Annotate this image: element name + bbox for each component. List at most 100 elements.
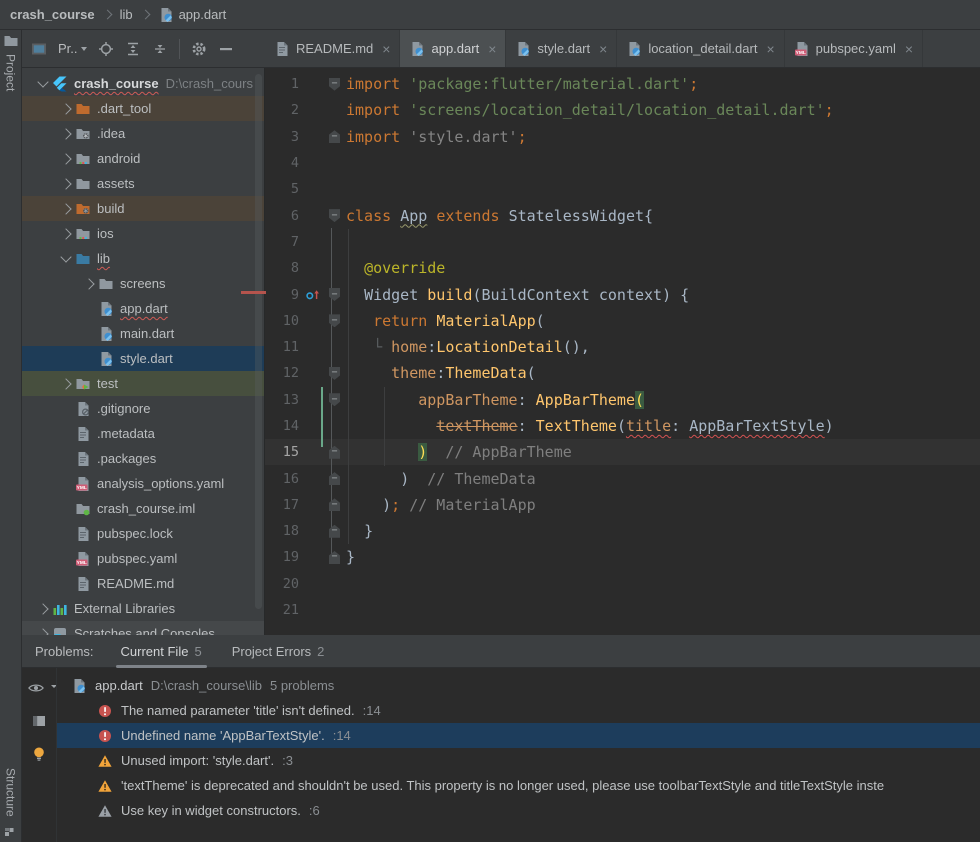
tab-app.dart[interactable]: app.dart× xyxy=(400,30,506,67)
code-line-2[interactable]: 2import 'screens/location_detail/locatio… xyxy=(265,97,980,123)
fold-up-icon[interactable]: − xyxy=(329,498,340,511)
fold-down-icon[interactable]: − xyxy=(329,367,340,380)
chevron-right-icon[interactable] xyxy=(56,205,75,213)
tree-item-pubspec.lock[interactable]: pubspec.lock xyxy=(22,521,264,546)
code-line-7[interactable]: 7 xyxy=(265,229,980,255)
breadcrumb-item-lib[interactable]: lib xyxy=(120,7,133,22)
locate-icon[interactable] xyxy=(98,41,114,57)
close-icon[interactable]: × xyxy=(599,41,607,57)
project-view-selector[interactable]: Pr.. xyxy=(58,41,87,56)
project-tool-tab[interactable]: Project xyxy=(0,33,21,91)
close-icon[interactable]: × xyxy=(766,41,774,57)
fold-down-icon[interactable]: − xyxy=(329,288,340,301)
tree-item-android[interactable]: android xyxy=(22,146,264,171)
problem-row[interactable]: The named parameter 'title' isn't define… xyxy=(57,698,980,723)
project-view-icon[interactable] xyxy=(31,41,47,57)
eye-icon[interactable] xyxy=(28,680,44,696)
bulb-icon[interactable] xyxy=(31,746,47,762)
tree-item-.gitignore[interactable]: .gitignore xyxy=(22,396,264,421)
fold-marker[interactable]: − xyxy=(323,314,346,327)
fold-up-icon[interactable]: − xyxy=(329,551,340,564)
chevron-down-icon[interactable] xyxy=(56,256,75,261)
fold-marker[interactable]: − xyxy=(323,288,346,301)
code-line-3[interactable]: 3−import 'style.dart'; xyxy=(265,124,980,150)
fold-down-icon[interactable]: − xyxy=(329,393,340,406)
chevron-right-icon[interactable] xyxy=(56,380,75,388)
code-line-16[interactable]: 16− ) // ThemeData xyxy=(265,465,980,491)
fold-marker[interactable]: − xyxy=(323,78,346,91)
project-tree-scrollbar[interactable] xyxy=(255,74,262,609)
layout-icon[interactable] xyxy=(31,713,47,729)
tree-item-crash_course.iml[interactable]: crash_course.iml xyxy=(22,496,264,521)
fold-marker[interactable]: − xyxy=(323,209,346,222)
code-line-9[interactable]: 9− Widget build(BuildContext context) { xyxy=(265,281,980,307)
fold-down-icon[interactable]: − xyxy=(329,209,340,222)
chevron-right-icon[interactable] xyxy=(56,105,75,113)
tree-item-lib[interactable]: lib xyxy=(22,246,264,271)
code-line-20[interactable]: 20 xyxy=(265,571,980,597)
fold-marker[interactable]: − xyxy=(323,551,346,564)
problem-row[interactable]: Use key in widget constructors.:6 xyxy=(57,798,980,823)
chevron-right-icon[interactable] xyxy=(33,605,52,613)
tab-README.md[interactable]: README.md× xyxy=(265,30,400,67)
breadcrumb-item-app.dart[interactable]: app.dart xyxy=(158,7,227,23)
fold-marker[interactable]: − xyxy=(323,367,346,380)
fold-marker[interactable]: − xyxy=(323,525,346,538)
code-line-15[interactable]: 15− ) // AppBarTheme xyxy=(265,439,980,465)
tree-item-app.dart[interactable]: app.dart xyxy=(22,296,264,321)
code-line-18[interactable]: 18− } xyxy=(265,518,980,544)
code-line-14[interactable]: 14 textTheme: TextTheme(title: AppBarTex… xyxy=(265,413,980,439)
problem-row[interactable]: 'textTheme' is deprecated and shouldn't … xyxy=(57,773,980,798)
problems-tab-Project Errors[interactable]: Project Errors2 xyxy=(229,635,328,668)
tree-item-assets[interactable]: assets xyxy=(22,171,264,196)
tab-pubspec.yaml[interactable]: YMLpubspec.yaml× xyxy=(785,30,923,67)
problem-row[interactable]: Unused import: 'style.dart'.:3 xyxy=(57,748,980,773)
code-line-1[interactable]: 1−import 'package:flutter/material.dart'… xyxy=(265,71,980,97)
code-line-6[interactable]: 6−class App extends StatelessWidget{ xyxy=(265,202,980,228)
code-line-11[interactable]: 11 └ home:LocationDetail(), xyxy=(265,334,980,360)
code-line-13[interactable]: 13− appBarTheme: AppBarTheme( xyxy=(265,387,980,413)
tree-item-ios[interactable]: ios xyxy=(22,221,264,246)
structure-tool-tab[interactable]: Structure xyxy=(0,768,21,838)
code-line-12[interactable]: 12− theme:ThemeData( xyxy=(265,360,980,386)
fold-marker[interactable]: − xyxy=(323,446,346,459)
expand-all-icon[interactable] xyxy=(125,41,141,57)
code-editor[interactable]: 1−import 'package:flutter/material.dart'… xyxy=(265,68,980,635)
tree-item-.dart_tool[interactable]: .dart_tool xyxy=(22,96,264,121)
code-line-4[interactable]: 4 xyxy=(265,150,980,176)
tree-item-.metadata[interactable]: .metadata xyxy=(22,421,264,446)
chevron-down-icon[interactable] xyxy=(33,81,52,86)
problems-file-row[interactable]: app.dartD:\crash_course\lib5 problems xyxy=(57,673,980,698)
tree-item-crash_course[interactable]: crash_courseD:\crash_cours xyxy=(22,71,264,96)
fold-marker[interactable]: − xyxy=(323,130,346,143)
fold-up-icon[interactable]: − xyxy=(329,525,340,538)
fold-marker[interactable]: − xyxy=(323,393,346,406)
code-line-10[interactable]: 10− return MaterialApp( xyxy=(265,308,980,334)
tree-item-build[interactable]: build xyxy=(22,196,264,221)
code-line-5[interactable]: 5 xyxy=(265,176,980,202)
tree-item-screens[interactable]: screens xyxy=(22,271,264,296)
tree-item-pubspec.yaml[interactable]: YMLpubspec.yaml xyxy=(22,546,264,571)
fold-marker[interactable]: − xyxy=(323,472,346,485)
tree-item-.idea[interactable]: .idea xyxy=(22,121,264,146)
chevron-right-icon[interactable] xyxy=(56,180,75,188)
close-icon[interactable]: × xyxy=(905,41,913,57)
tab-location_detail.dart[interactable]: location_detail.dart× xyxy=(617,30,784,67)
close-icon[interactable]: × xyxy=(488,41,496,57)
code-line-19[interactable]: 19−} xyxy=(265,544,980,570)
tree-item-test[interactable]: test xyxy=(22,371,264,396)
code-line-17[interactable]: 17− ); // MaterialApp xyxy=(265,492,980,518)
fold-up-icon[interactable]: − xyxy=(329,446,340,459)
tree-item-style.dart[interactable]: style.dart xyxy=(22,346,264,371)
problem-row[interactable]: Undefined name 'AppBarTextStyle'.:14 xyxy=(57,723,980,748)
tree-item-README.md[interactable]: README.md xyxy=(22,571,264,596)
tree-item-External Libraries[interactable]: External Libraries xyxy=(22,596,264,621)
close-icon[interactable]: × xyxy=(382,41,390,57)
chevron-right-icon[interactable] xyxy=(56,230,75,238)
chevron-right-icon[interactable] xyxy=(56,155,75,163)
tree-item-analysis_options.yaml[interactable]: YMLanalysis_options.yaml xyxy=(22,471,264,496)
fold-down-icon[interactable]: − xyxy=(329,78,340,91)
code-line-8[interactable]: 8 @override xyxy=(265,255,980,281)
tree-item-main.dart[interactable]: main.dart xyxy=(22,321,264,346)
breadcrumb-item-crash_course[interactable]: crash_course xyxy=(10,7,95,22)
